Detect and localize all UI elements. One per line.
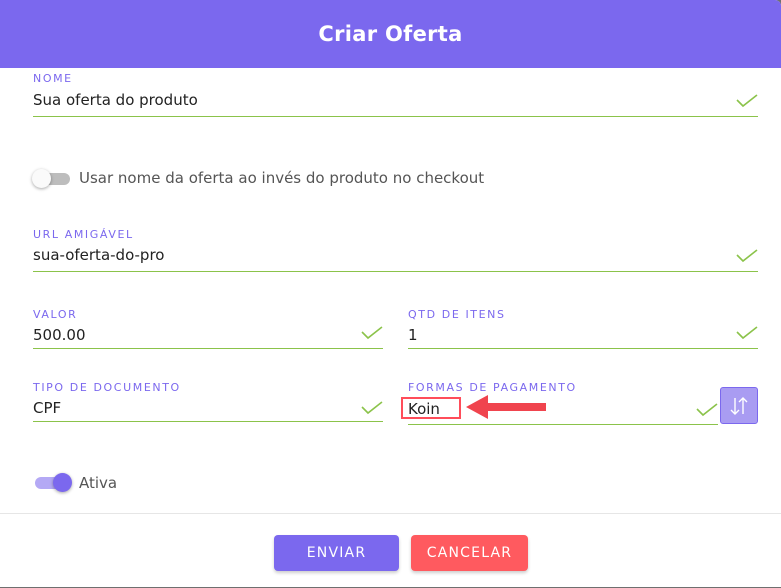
name-label: NOME <box>33 72 73 85</box>
arrow-left-icon <box>466 395 546 419</box>
check-icon <box>736 249 758 263</box>
check-icon <box>361 326 383 340</box>
sort-button[interactable] <box>720 387 758 424</box>
document-type-label: TIPO DE DOCUMENTO <box>33 381 181 394</box>
active-toggle[interactable] <box>33 472 73 492</box>
name-input[interactable]: Sua oferta do produto <box>33 91 198 109</box>
friendly-url-field[interactable]: URL AMIGÁVEL sua-oferta-do-pro <box>33 228 758 272</box>
dialog-header: Criar Oferta <box>0 0 781 68</box>
create-offer-dialog: Criar Oferta NOME Sua oferta do produto … <box>0 0 781 587</box>
friendly-url-input[interactable]: sua-oferta-do-pro <box>33 246 164 264</box>
dialog-title: Criar Oferta <box>318 22 463 46</box>
annotation-highlight-box <box>401 397 461 419</box>
name-field[interactable]: NOME Sua oferta do produto <box>33 72 758 117</box>
price-input[interactable]: 500.00 <box>33 326 86 344</box>
quantity-label: QTD DE ITENS <box>408 308 506 321</box>
check-icon <box>361 401 383 415</box>
document-type-field[interactable]: TIPO DE DOCUMENTO CPF <box>33 381 383 422</box>
price-label: VALOR <box>33 308 78 321</box>
active-label: Ativa <box>79 474 118 492</box>
use-offer-name-toggle[interactable] <box>32 168 72 188</box>
sort-arrows-icon <box>730 396 748 415</box>
footer-divider <box>0 513 781 514</box>
friendly-url-label: URL AMIGÁVEL <box>33 228 134 241</box>
document-type-select[interactable]: CPF <box>33 399 61 417</box>
toggle-knob <box>32 169 51 188</box>
check-icon <box>736 326 758 340</box>
check-icon <box>696 403 718 417</box>
cancel-button[interactable]: CANCELAR <box>411 535 528 571</box>
quantity-field[interactable]: QTD DE ITENS 1 <box>408 308 758 349</box>
submit-button[interactable]: ENVIAR <box>274 535 399 571</box>
toggle-knob <box>53 473 72 492</box>
use-offer-name-label: Usar nome da oferta ao invés do produto … <box>79 169 485 187</box>
check-icon <box>736 94 758 108</box>
price-field[interactable]: VALOR 500.00 <box>33 308 383 349</box>
quantity-input[interactable]: 1 <box>408 326 418 344</box>
